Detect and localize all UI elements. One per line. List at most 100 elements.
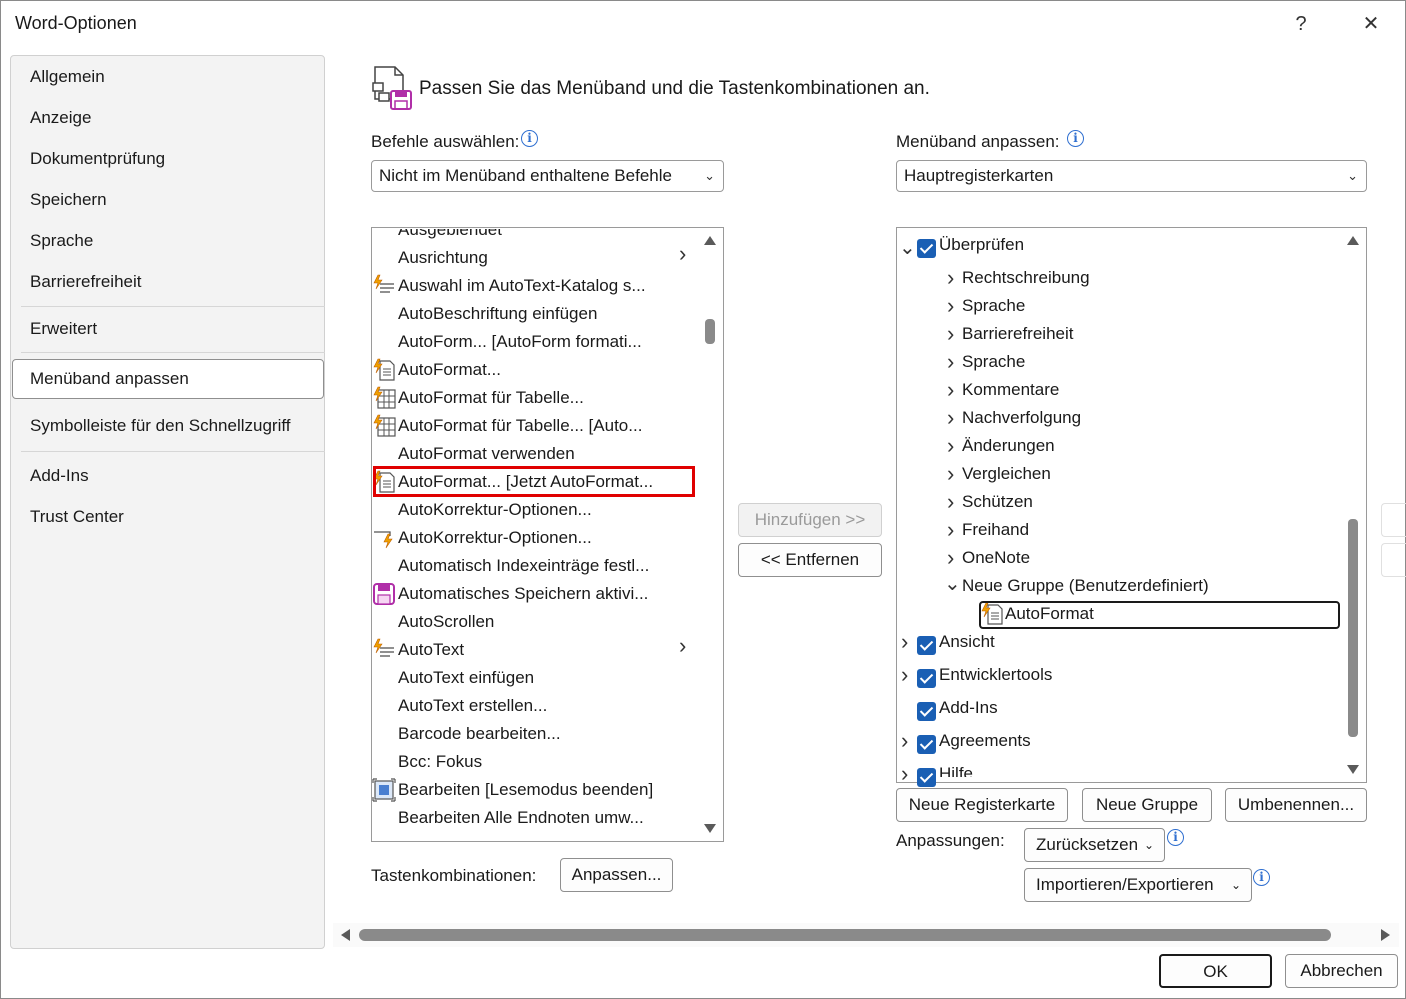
- tab-checkbox[interactable]: [917, 768, 936, 787]
- scroll-down-icon[interactable]: [1347, 765, 1359, 774]
- selected-tree-node[interactable]: [979, 601, 1340, 629]
- chevron-right-icon[interactable]: ›: [947, 293, 954, 319]
- tab-checkbox[interactable]: [917, 669, 936, 688]
- tree-group-label[interactable]: Kommentare: [962, 380, 1059, 400]
- command-list-item[interactable]: AutoFormat für Tabelle...: [398, 384, 584, 412]
- nav-item-erweitert[interactable]: Erweitert: [30, 319, 97, 339]
- tree-tab-label[interactable]: Überprüfen: [939, 235, 1024, 255]
- horizontal-scrollbar-thumb[interactable]: [359, 929, 1331, 941]
- command-list-item[interactable]: AutoText erstellen...: [398, 692, 547, 720]
- command-list-item[interactable]: Bearbeiten Alle Fußnoten...: [398, 832, 604, 839]
- command-list-item[interactable]: AutoText einfügen: [398, 664, 534, 692]
- reset-button[interactable]: Zurücksetzen ⌄: [1024, 828, 1165, 862]
- tree-group-label[interactable]: Rechtschreibung: [962, 268, 1090, 288]
- scroll-down-icon[interactable]: [704, 824, 716, 833]
- nav-item-add-ins[interactable]: Add-Ins: [30, 466, 89, 486]
- command-list-item[interactable]: AutoScrollen: [398, 608, 494, 636]
- tree-group-label[interactable]: Nachverfolgung: [962, 408, 1081, 428]
- move-up-button[interactable]: [1381, 503, 1406, 537]
- rename-button[interactable]: Umbenennen...: [1225, 788, 1367, 822]
- commands-select[interactable]: Nicht im Menüband enthaltene Befehle ⌄: [371, 160, 724, 192]
- info-icon[interactable]: i: [1253, 869, 1270, 886]
- nav-item-schnellzugriff[interactable]: Symbolleiste für den Schnellzugriff: [30, 416, 291, 436]
- chevron-right-icon[interactable]: ›: [947, 433, 954, 459]
- remove-button[interactable]: << Entfernen: [738, 543, 882, 577]
- chevron-right-icon[interactable]: ›: [901, 728, 908, 754]
- nav-item-anzeige[interactable]: Anzeige: [30, 108, 91, 128]
- nav-item-dokumentpruefung[interactable]: Dokumentprüfung: [30, 149, 165, 169]
- tree-group-label[interactable]: Sprache: [962, 352, 1025, 372]
- help-button[interactable]: ?: [1281, 9, 1321, 39]
- commands-scrollbar-thumb[interactable]: [705, 319, 715, 344]
- command-list-item[interactable]: AutoFormat für Tabelle... [Auto...: [398, 412, 642, 440]
- command-list-item[interactable]: Bcc: Fokus: [398, 748, 482, 776]
- new-group-button[interactable]: Neue Gruppe: [1082, 788, 1212, 822]
- nav-item-barrierefreiheit[interactable]: Barrierefreiheit: [30, 272, 142, 292]
- command-list-item[interactable]: AutoFormat verwenden: [398, 440, 575, 468]
- chevron-right-icon[interactable]: ›: [947, 265, 954, 291]
- ribbon-select[interactable]: Hauptregisterkarten ⌄: [896, 160, 1367, 192]
- command-list-item[interactable]: AutoBeschriftung einfügen: [398, 300, 597, 328]
- new-tab-button[interactable]: Neue Registerkarte: [896, 788, 1068, 822]
- tree-group-label[interactable]: Änderungen: [962, 436, 1055, 456]
- command-list-item[interactable]: Auswahl im AutoText-Katalog s...: [398, 272, 646, 300]
- tab-checkbox[interactable]: [917, 735, 936, 754]
- command-list-item[interactable]: Automatisch Indexeinträge festl...: [398, 552, 649, 580]
- command-list-item[interactable]: AutoKorrektur-Optionen...: [398, 524, 592, 552]
- nav-item-speichern[interactable]: Speichern: [30, 190, 107, 210]
- ok-button[interactable]: OK: [1159, 954, 1272, 988]
- tree-group-label[interactable]: Vergleichen: [962, 464, 1051, 484]
- chevron-right-icon[interactable]: ›: [901, 761, 908, 787]
- command-list-item[interactable]: Automatisches Speichern aktivi...: [398, 580, 648, 608]
- nav-item-sprache[interactable]: Sprache: [30, 231, 93, 251]
- add-button[interactable]: Hinzufügen >>: [738, 503, 882, 537]
- close-button[interactable]: ✕: [1351, 9, 1391, 39]
- command-list-item[interactable]: Bearbeiten [Lesemodus beenden]: [398, 776, 653, 804]
- chevron-right-icon[interactable]: ›: [947, 349, 954, 375]
- command-list-item[interactable]: Bearbeiten Alle Endnoten umw...: [398, 804, 644, 832]
- nav-item-menueband-anpassen[interactable]: Menüband anpassen: [30, 369, 189, 389]
- ribbon-scrollbar-thumb[interactable]: [1348, 519, 1358, 737]
- chevron-right-icon[interactable]: ›: [947, 321, 954, 347]
- nav-item-trust-center[interactable]: Trust Center: [30, 507, 124, 527]
- command-list-item[interactable]: AutoText: [398, 636, 464, 664]
- nav-item-allgemein[interactable]: Allgemein: [30, 67, 105, 87]
- cancel-button[interactable]: Abbrechen: [1285, 954, 1398, 988]
- tree-group-label[interactable]: Schützen: [962, 492, 1033, 512]
- info-icon[interactable]: i: [1067, 130, 1084, 147]
- move-down-button[interactable]: [1381, 543, 1406, 577]
- command-list-item[interactable]: AutoFormat...: [398, 356, 501, 384]
- command-list-item[interactable]: Barcode bearbeiten...: [398, 720, 561, 748]
- scroll-up-icon[interactable]: [1347, 236, 1359, 245]
- chevron-right-icon[interactable]: ›: [901, 629, 908, 655]
- chevron-right-icon[interactable]: ›: [947, 517, 954, 543]
- scroll-up-icon[interactable]: [704, 236, 716, 245]
- chevron-right-icon[interactable]: ›: [947, 545, 954, 571]
- tree-tab-label[interactable]: Ansicht: [939, 632, 995, 652]
- chevron-down-icon[interactable]: ⌄: [944, 571, 961, 596]
- command-list-item[interactable]: Ausgeblendet: [398, 229, 502, 244]
- chevron-right-icon[interactable]: ›: [947, 405, 954, 431]
- tree-tab-label[interactable]: Entwicklertools: [939, 665, 1052, 685]
- tree-tab-label[interactable]: Add-Ins: [939, 698, 998, 718]
- tree-custom-group-label[interactable]: Neue Gruppe (Benutzerdefiniert): [962, 576, 1209, 596]
- import-export-button[interactable]: Importieren/Exportieren ⌄: [1024, 868, 1252, 902]
- chevron-down-icon[interactable]: ⌄: [899, 235, 916, 260]
- info-icon[interactable]: i: [521, 130, 538, 147]
- tree-tab-label[interactable]: Agreements: [939, 731, 1031, 751]
- command-list-item[interactable]: Ausrichtung: [398, 244, 488, 272]
- tab-checkbox[interactable]: [917, 636, 936, 655]
- customize-shortcuts-button[interactable]: Anpassen...: [560, 858, 673, 892]
- tree-group-label[interactable]: Freihand: [962, 520, 1029, 540]
- chevron-right-icon[interactable]: ›: [947, 461, 954, 487]
- command-list-item[interactable]: AutoForm... [AutoForm formati...: [398, 328, 642, 356]
- scroll-left-icon[interactable]: [341, 929, 350, 941]
- tree-group-label[interactable]: Barrierefreiheit: [962, 324, 1074, 344]
- tree-group-label[interactable]: Sprache: [962, 296, 1025, 316]
- scroll-right-icon[interactable]: [1381, 929, 1390, 941]
- chevron-right-icon[interactable]: ›: [901, 662, 908, 688]
- tab-checkbox[interactable]: [917, 239, 936, 258]
- tree-group-label[interactable]: OneNote: [962, 548, 1030, 568]
- tab-checkbox[interactable]: [917, 702, 936, 721]
- chevron-right-icon[interactable]: ›: [947, 377, 954, 403]
